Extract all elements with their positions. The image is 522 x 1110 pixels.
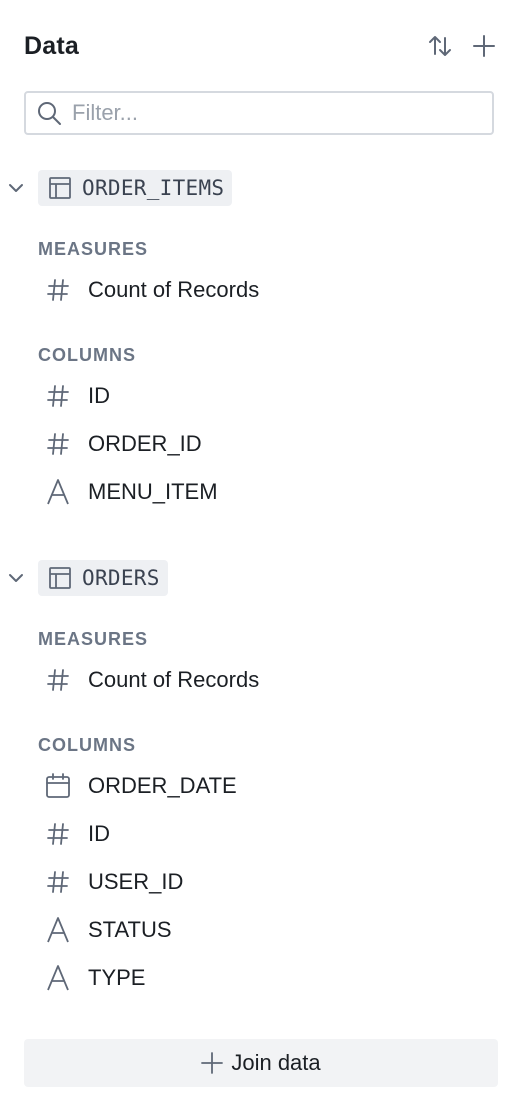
table-chip[interactable]: ORDER_ITEMS <box>38 170 233 206</box>
hash-icon <box>45 277 71 303</box>
text-type-icon <box>45 965 71 991</box>
table-icon <box>49 177 71 199</box>
column-item[interactable]: ORDER_ID <box>0 420 522 468</box>
field-label: ID <box>88 383 110 408</box>
field-label: ID <box>88 821 110 846</box>
column-item[interactable]: ID <box>0 372 522 420</box>
hash-icon <box>45 667 71 693</box>
measure-item[interactable]: Count of Records <box>0 266 522 314</box>
column-item[interactable]: MENU_ITEM <box>0 468 522 516</box>
text-type-icon <box>45 917 71 943</box>
header-actions <box>426 32 498 60</box>
join-data-button[interactable]: Join data <box>24 1039 498 1087</box>
panel-header: Data <box>24 26 498 66</box>
calendar-icon <box>45 773 71 799</box>
chevron-down-icon[interactable] <box>6 178 26 198</box>
field-label: TYPE <box>88 965 146 990</box>
search-icon <box>38 102 61 125</box>
panel-title: Data <box>24 31 79 60</box>
add-button[interactable] <box>470 32 498 60</box>
field-label: ORDER_ID <box>88 431 202 456</box>
plus-icon <box>473 35 495 57</box>
table-name: ORDERS <box>82 566 160 590</box>
chevron-down-icon[interactable] <box>6 568 26 588</box>
column-item[interactable]: ID <box>0 810 522 858</box>
sort-arrows-icon <box>429 36 451 56</box>
measures-label: MEASURES <box>38 239 149 259</box>
column-item[interactable]: TYPE <box>0 954 522 1002</box>
field-label: USER_ID <box>88 869 184 894</box>
hash-icon <box>45 383 71 409</box>
field-label: Count of Records <box>88 667 260 692</box>
field-label: Count of Records <box>88 277 260 302</box>
hash-icon <box>45 431 71 457</box>
table-chip[interactable]: ORDERS <box>38 560 168 596</box>
column-item[interactable]: USER_ID <box>0 858 522 906</box>
column-item[interactable]: ORDER_DATE <box>0 762 522 810</box>
table-section-orders: ORDERS MEASURES Count of Records COLUMNS… <box>0 559 522 1002</box>
hash-icon <box>45 869 71 895</box>
measure-item[interactable]: Count of Records <box>0 656 522 704</box>
columns-label: COLUMNS <box>38 735 136 755</box>
field-label: STATUS <box>88 917 172 942</box>
table-header-orders[interactable]: ORDERS <box>0 559 522 597</box>
table-section-order-items: ORDER_ITEMS MEASURES Count of Records CO… <box>0 169 522 516</box>
join-data-label: Join data <box>231 1050 321 1075</box>
hash-icon <box>45 821 71 847</box>
sort-button[interactable] <box>426 32 454 60</box>
filter-input[interactable] <box>70 99 474 127</box>
text-type-icon <box>45 479 71 505</box>
table-icon <box>49 567 71 589</box>
field-label: MENU_ITEM <box>88 479 218 504</box>
field-label: ORDER_DATE <box>88 773 237 798</box>
plus-icon <box>201 1052 224 1074</box>
columns-label: COLUMNS <box>38 345 136 365</box>
filter-field[interactable] <box>24 91 494 135</box>
measures-label: MEASURES <box>38 629 149 649</box>
column-item[interactable]: STATUS <box>0 906 522 954</box>
table-header-order-items[interactable]: ORDER_ITEMS <box>0 169 522 207</box>
table-name: ORDER_ITEMS <box>82 176 225 200</box>
